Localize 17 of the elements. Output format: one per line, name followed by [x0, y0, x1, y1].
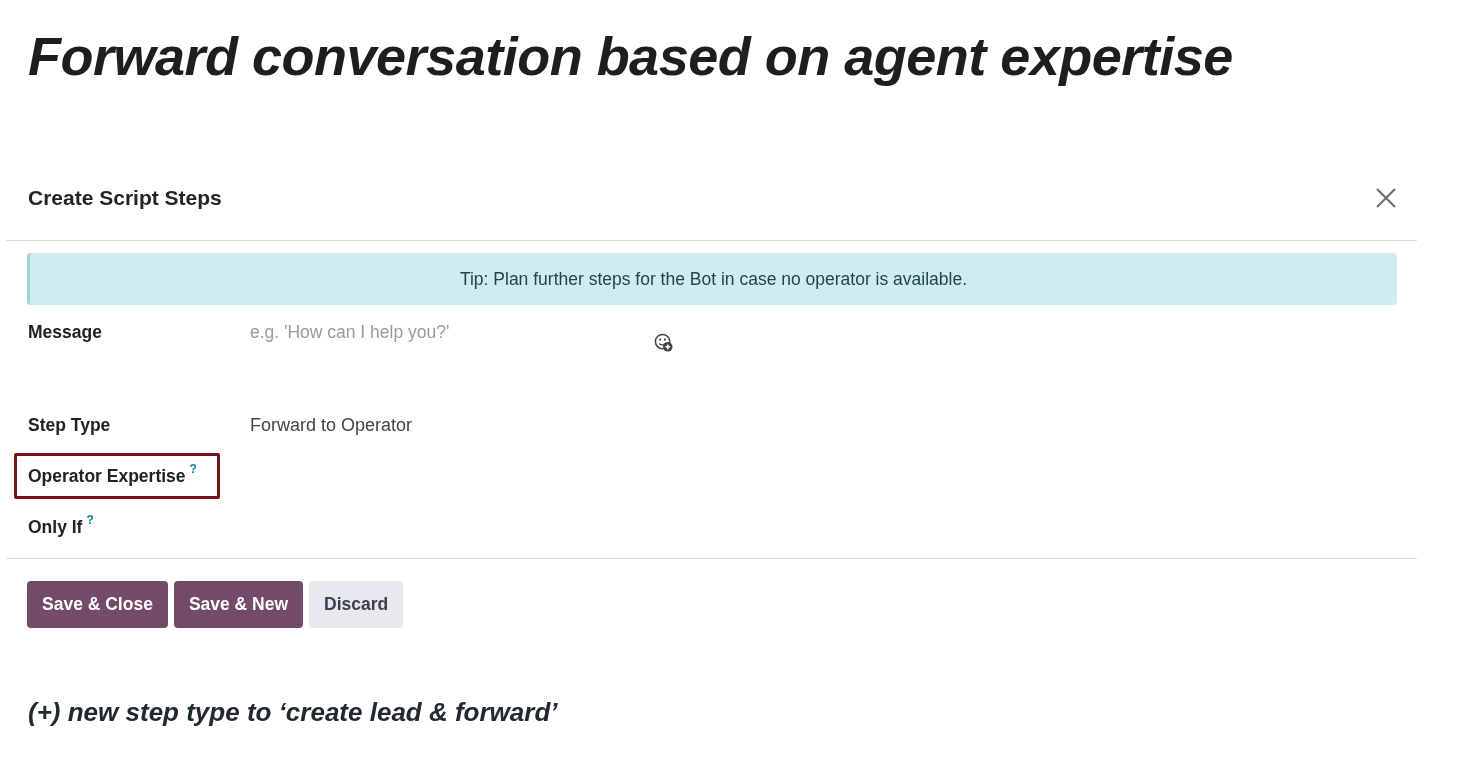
dialog-button[interactable]: Discard — [309, 581, 404, 628]
message-field[interactable]: e.g. 'How can I help you?' — [250, 318, 650, 398]
dialog-button[interactable]: Save & Close — [27, 581, 168, 628]
emoji-add-icon[interactable] — [654, 333, 673, 352]
dialog-title: Create Script Steps — [28, 185, 222, 211]
step-type-select[interactable]: Forward to Operator — [250, 411, 413, 439]
field-label: Operator Expertise — [28, 465, 186, 488]
field-label: Step Type — [28, 414, 111, 437]
help-mark[interactable]: ? — [86, 513, 94, 527]
field-label: Only If — [28, 516, 83, 539]
field-label: Message — [28, 321, 102, 344]
tip-alert: Tip: Plan further steps for the Bot in case no operator is available. — [27, 253, 1397, 305]
close-icon[interactable] — [1376, 188, 1396, 208]
help-mark[interactable]: ? — [189, 462, 197, 476]
annotation-note: (+) new step type to ‘create lead & forward’ — [28, 696, 558, 729]
headline: Forward conversation based on agent expertise — [28, 25, 1233, 88]
dialog-button[interactable]: Save & New — [173, 581, 304, 628]
